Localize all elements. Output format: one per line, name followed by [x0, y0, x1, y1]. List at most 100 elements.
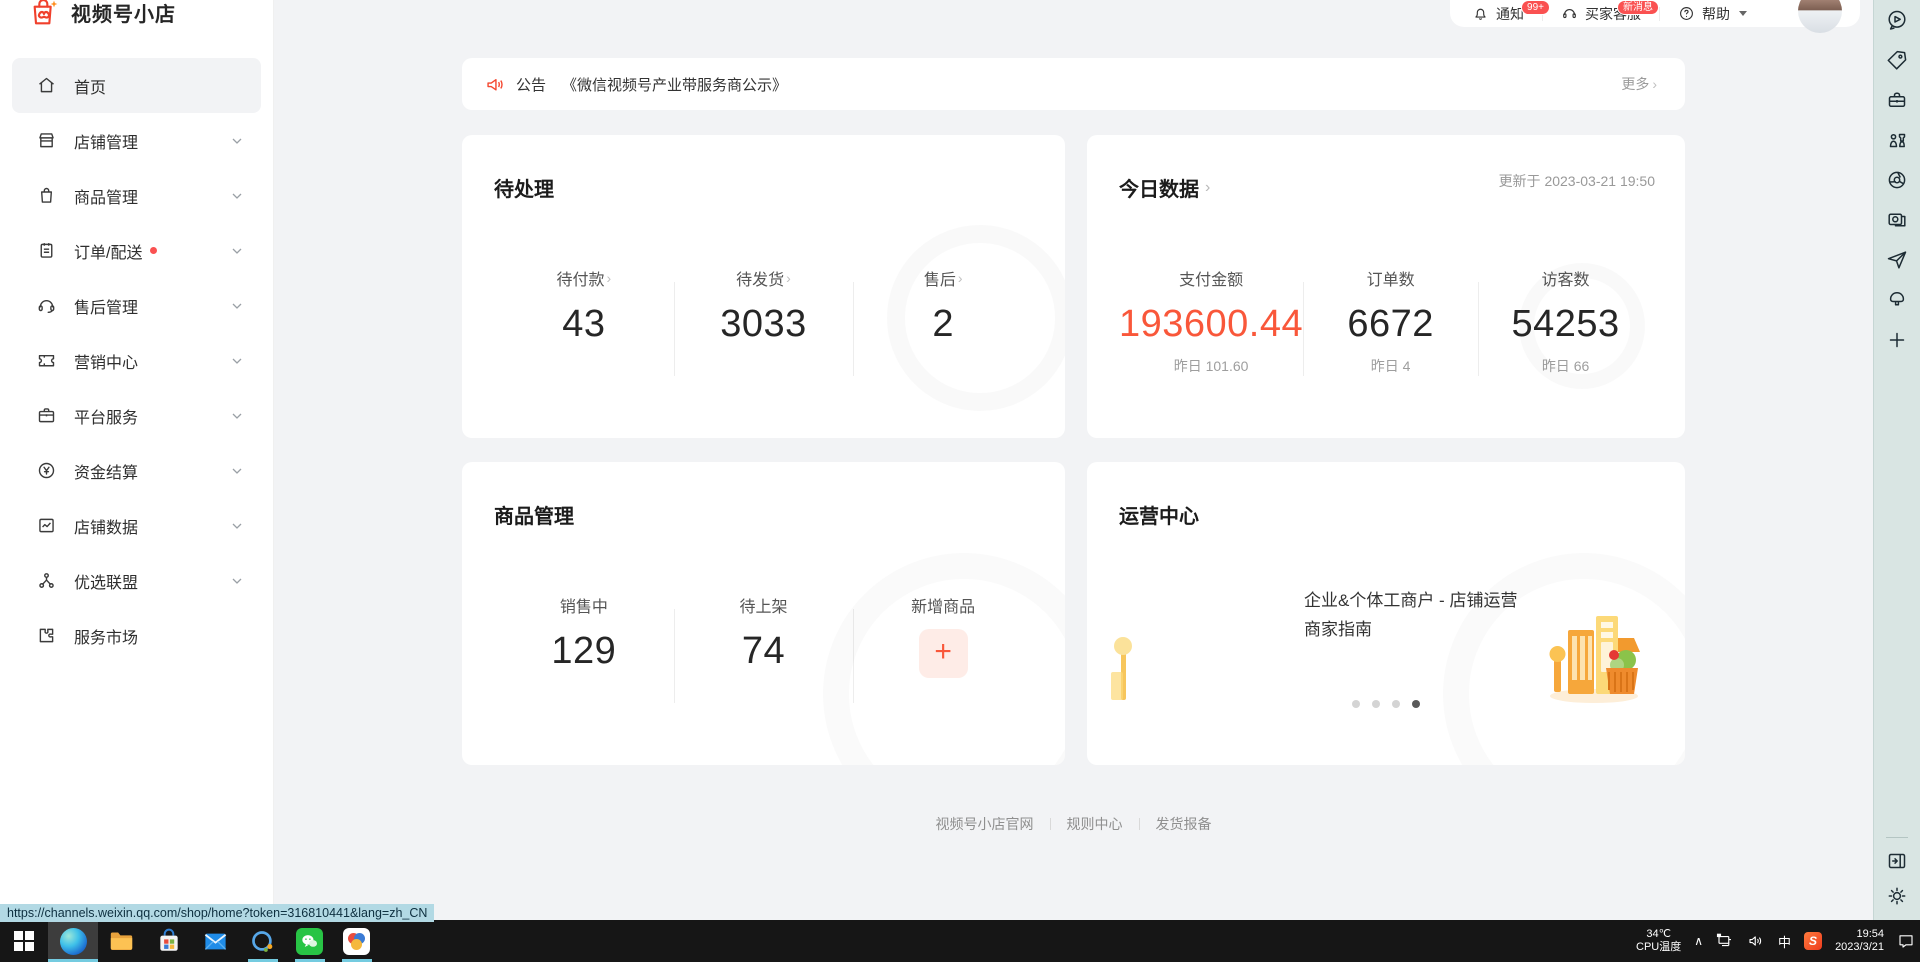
sogou-icon[interactable]: S [1804, 932, 1822, 950]
sidebar-item-shop-data[interactable]: 店铺数据 [12, 498, 261, 553]
tray-expand-icon[interactable]: ∧ [1694, 934, 1703, 948]
headset-icon [36, 295, 57, 316]
sidebar-item-alliance[interactable]: 优选联盟 [12, 553, 261, 608]
stat-value: 2 [853, 303, 1033, 346]
divider [1139, 818, 1140, 830]
stat-order-count[interactable]: 订单数 6672 昨日 4 [1303, 266, 1478, 376]
footer-link-official-site[interactable]: 视频号小店官网 [936, 816, 1034, 832]
stat-label: 待上架 [740, 593, 788, 617]
stat-label: 待付款 [556, 266, 604, 290]
sidebar-item-platform-services[interactable]: 平台服务 [12, 388, 261, 443]
swirl-icon[interactable] [1885, 168, 1909, 192]
sidebar-item-label: 平台服务 [74, 404, 138, 428]
clock-widget[interactable]: 19:54 2023/3/21 [1835, 928, 1884, 954]
network-icon[interactable] [1716, 932, 1734, 950]
cpu-temp-label: CPU温度 [1636, 941, 1681, 954]
carousel-prev-slide-art [1111, 632, 1133, 706]
avatar[interactable] [1798, 0, 1842, 33]
right-tool-strip [1873, 0, 1920, 920]
taskbar: 34℃ CPU温度 ∧ 中 S 19:54 2023/3/21 [0, 920, 1920, 962]
sidebar-item-aftersale[interactable]: 售后管理 [12, 278, 261, 333]
announcement-bar: 公告 《微信视频号产业带服务商公示》 更多 › [462, 58, 1685, 110]
taskbar-edge-button[interactable] [48, 920, 98, 962]
headset-icon [1561, 5, 1578, 22]
taskbar-wechat-button[interactable] [286, 920, 333, 962]
taskbar-file-explorer-button[interactable] [98, 920, 145, 962]
sidebar-item-label: 首页 [74, 74, 106, 98]
announcement-more-button[interactable]: 更多 › [1621, 74, 1657, 94]
stat-compare: 昨日 66 [1478, 356, 1653, 376]
more-label: 更多 [1621, 74, 1649, 94]
bell-tree-icon[interactable] [1885, 288, 1909, 312]
toolbox-icon[interactable] [1885, 88, 1909, 112]
tag-icon[interactable] [1885, 48, 1909, 72]
stat-to-be-listed[interactable]: 待上架 74 [674, 593, 854, 678]
taskbar-tencent-app-button[interactable] [333, 920, 380, 962]
help-button[interactable]: 帮助 [1678, 4, 1747, 24]
action-center-icon[interactable] [1897, 932, 1915, 950]
stat-awaiting-payment[interactable]: 待付款› 43 [494, 266, 674, 346]
notifications-button[interactable]: 通知 99+ [1472, 4, 1524, 24]
stat-value: 129 [494, 630, 674, 673]
pending-card: 待处理 待付款› 43 待发货› 3033 售后› 2 [462, 135, 1065, 438]
chevron-right-icon: › [958, 270, 963, 286]
footer-link-rules-center[interactable]: 规则中心 [1067, 816, 1123, 832]
stat-label: 新增商品 [911, 593, 975, 617]
chevron-down-icon [231, 190, 243, 202]
sidebar-item-service-market[interactable]: 服务市场 [12, 608, 261, 663]
buyer-service-button[interactable]: 买家客服 新消息 [1561, 4, 1641, 24]
collapse-panel-icon[interactable] [1885, 849, 1909, 873]
sidebar-item-home[interactable]: 首页 [12, 58, 261, 113]
camera-icon[interactable] [1885, 208, 1909, 232]
sidebar-item-orders-delivery[interactable]: 订单/配送 [12, 223, 261, 278]
operations-card: 运营中心 企业&个体工商户 - 店铺运营 商家指南 [1087, 462, 1685, 765]
sidebar-item-marketing[interactable]: 营销中心 [12, 333, 261, 388]
cpu-temp-widget[interactable]: 34℃ CPU温度 [1636, 928, 1681, 954]
home-icon [36, 75, 57, 96]
chess-icon[interactable] [1885, 128, 1909, 152]
chevron-right-icon: › [607, 270, 612, 286]
start-button[interactable] [0, 920, 48, 962]
carousel-dot-3[interactable] [1392, 700, 1400, 708]
chevron-down-icon [231, 300, 243, 312]
paper-plane-icon[interactable] [1885, 248, 1909, 272]
taskbar-store-button[interactable] [145, 920, 192, 962]
chevron-right-icon: › [786, 270, 791, 286]
sidebar-item-shop-management[interactable]: 店铺管理 [12, 113, 261, 168]
announcement-link[interactable]: 《微信视频号产业带服务商公示》 [562, 74, 787, 95]
taskbar-mail-button[interactable] [192, 920, 239, 962]
taskbar-apps [0, 920, 380, 962]
stat-aftersale[interactable]: 售后› 2 [853, 266, 1033, 346]
carousel-slide-link[interactable]: 企业&个体工商户 - 店铺运营 商家指南 [1304, 586, 1517, 644]
main-area: 通知 99+ 买家客服 新消息 帮助 公告 《微信视频号产业带服务商公示》 更多… [274, 0, 1873, 920]
briefcase-icon [36, 405, 57, 426]
taskbar-tray: 34℃ CPU温度 ∧ 中 S 19:54 2023/3/21 [1636, 920, 1915, 962]
sidebar-item-goods-management[interactable]: 商品管理 [12, 168, 261, 223]
stat-payment-amount[interactable]: 支付金额 193600.44 昨日 101.60 [1119, 266, 1303, 376]
stat-on-sale[interactable]: 销售中 129 [494, 593, 674, 678]
gear-icon[interactable] [1885, 884, 1909, 908]
divider [1050, 818, 1051, 830]
carousel-dot-1[interactable] [1352, 700, 1360, 708]
chevron-right-icon: › [1652, 76, 1657, 92]
help-label: 帮助 [1702, 4, 1730, 24]
slide-title: 企业&个体工商户 - 店铺运营 [1304, 586, 1517, 615]
stat-awaiting-shipment[interactable]: 待发货› 3033 [674, 266, 854, 346]
sidebar-item-funds[interactable]: 资金结算 [12, 443, 261, 498]
plus-icon[interactable] [1885, 328, 1909, 352]
volume-icon[interactable] [1747, 932, 1765, 950]
ime-indicator[interactable]: 中 [1778, 932, 1791, 951]
chat-bubble-icon[interactable] [1885, 8, 1909, 32]
taskbar-qq-button[interactable] [239, 920, 286, 962]
app-logo[interactable]: 视频号小店 [28, 0, 176, 28]
carousel-dot-2[interactable] [1372, 700, 1380, 708]
footer-link-shipping-report[interactable]: 发货报备 [1156, 816, 1212, 832]
add-product-button[interactable]: + [919, 629, 968, 678]
stat-label: 访客数 [1542, 266, 1590, 290]
carousel-dot-4-active[interactable] [1412, 700, 1420, 708]
stat-visitor-count[interactable]: 访客数 54253 昨日 66 [1478, 266, 1653, 376]
stat-value-highlight: 193600.44 [1119, 303, 1303, 346]
mail-icon [202, 928, 229, 955]
goods-bag-icon [36, 185, 57, 206]
chart-icon [36, 515, 57, 536]
